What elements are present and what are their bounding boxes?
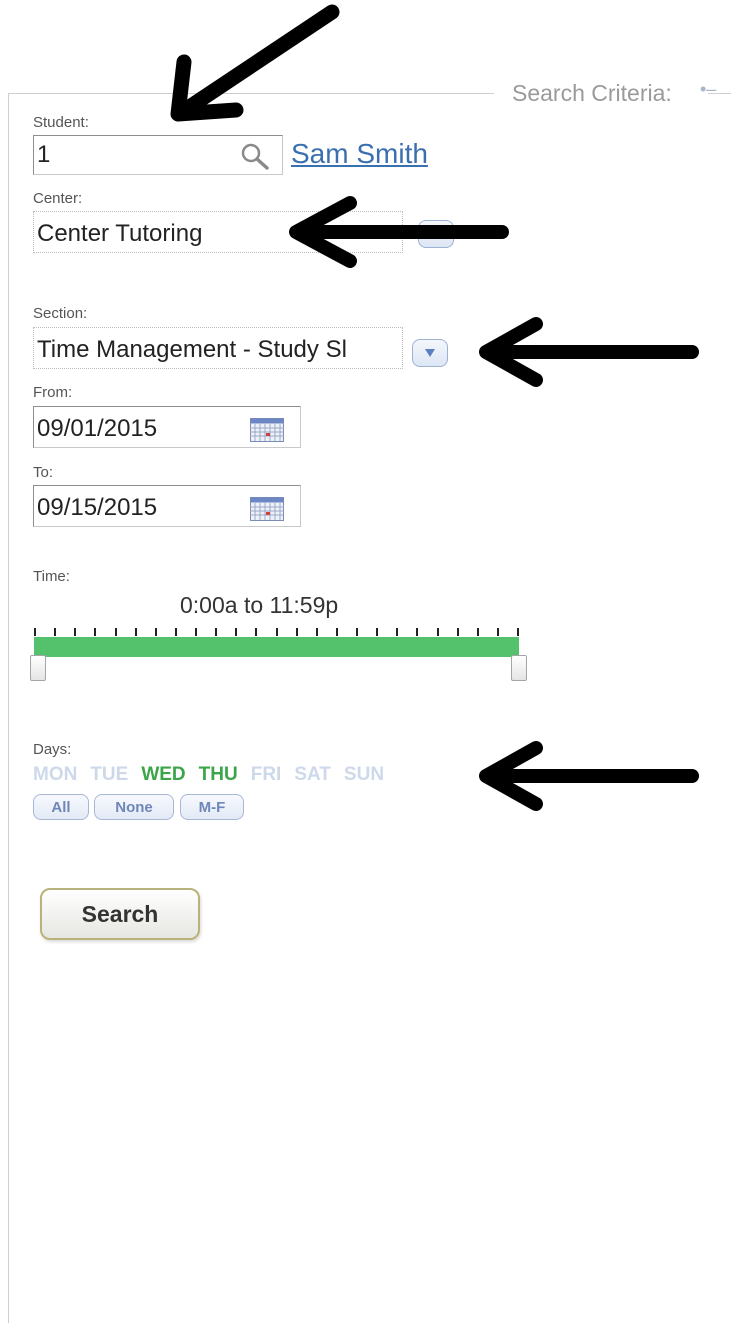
days-row: MON TUE WED THU FRI SAT SUN	[33, 764, 384, 786]
time-slider-tick	[356, 628, 358, 636]
legend-collapse-icon[interactable]: •–	[700, 79, 716, 100]
time-slider-tick	[115, 628, 117, 636]
search-icon[interactable]	[240, 142, 270, 170]
time-slider-tick	[235, 628, 237, 636]
arrow-icon	[289, 196, 509, 268]
time-slider-start-handle[interactable]	[30, 655, 46, 681]
time-slider-tick	[416, 628, 418, 636]
time-slider-tick	[376, 628, 378, 636]
days-weekdays-button[interactable]: M-F	[180, 794, 244, 820]
day-toggle-fri[interactable]: FRI	[251, 764, 282, 786]
time-slider-tick	[155, 628, 157, 636]
time-slider-tick	[517, 628, 519, 636]
section-label: Section:	[33, 305, 88, 322]
section-dropdown-button[interactable]	[412, 339, 448, 367]
time-slider-tick	[215, 628, 217, 636]
time-slider-tick	[316, 628, 318, 636]
time-slider-tick	[497, 628, 499, 636]
days-label: Days:	[33, 741, 72, 758]
time-label: Time:	[33, 568, 70, 585]
student-input[interactable]: 1	[33, 135, 283, 175]
time-slider-tick	[135, 628, 137, 636]
day-toggle-mon[interactable]: MON	[33, 764, 77, 786]
day-toggle-sun[interactable]: SUN	[344, 764, 384, 786]
time-slider-range[interactable]	[34, 637, 519, 657]
student-name-link[interactable]: Sam Smith	[291, 138, 428, 170]
arrow-icon	[479, 741, 699, 811]
time-range-text: 0:00a to 11:59p	[180, 592, 339, 618]
calendar-icon[interactable]	[250, 497, 284, 521]
to-date-input[interactable]: 09/15/2015	[33, 485, 301, 527]
time-slider-tick	[94, 628, 96, 636]
center-label: Center:	[33, 190, 83, 207]
time-slider-tick	[276, 628, 278, 636]
calendar-icon[interactable]	[250, 418, 284, 442]
section-select-value: Time Management - Study Sl	[37, 336, 347, 363]
to-label: To:	[33, 464, 54, 481]
time-slider-tick	[336, 628, 338, 636]
time-slider-tick	[195, 628, 197, 636]
student-input-value: 1	[37, 141, 51, 168]
time-slider-tick	[175, 628, 177, 636]
time-slider-end-handle[interactable]	[511, 655, 527, 681]
time-slider-tick	[437, 628, 439, 636]
day-toggle-tue[interactable]: TUE	[90, 764, 128, 786]
to-date-value: 09/15/2015	[37, 494, 158, 521]
days-all-button[interactable]: All	[33, 794, 89, 820]
time-slider-tick	[74, 628, 76, 636]
chevron-down-icon	[425, 349, 435, 357]
time-slider-tick	[255, 628, 257, 636]
search-criteria-legend: Search Criteria:	[512, 80, 672, 106]
day-toggle-thu[interactable]: THU	[199, 764, 238, 786]
time-slider-tick	[396, 628, 398, 636]
day-toggle-wed[interactable]: WED	[141, 764, 185, 786]
time-slider-tick	[34, 628, 36, 636]
center-select-value: Center Tutoring	[37, 220, 203, 247]
criteria-frame-left-border	[8, 93, 9, 1323]
days-none-button[interactable]: None	[94, 794, 174, 820]
from-date-value: 09/01/2015	[37, 415, 158, 442]
time-slider-tick	[54, 628, 56, 636]
day-toggle-sat[interactable]: SAT	[294, 764, 331, 786]
search-button[interactable]: Search	[40, 888, 200, 940]
time-slider-tick	[477, 628, 479, 636]
time-slider-tick	[457, 628, 459, 636]
time-slider-tick	[296, 628, 298, 636]
arrow-icon	[479, 317, 699, 387]
student-label: Student:	[33, 114, 89, 131]
section-select[interactable]: Time Management - Study Sl	[33, 327, 403, 369]
from-date-input[interactable]: 09/01/2015	[33, 406, 301, 448]
from-label: From:	[33, 384, 73, 401]
arrow-icon	[170, 4, 340, 122]
